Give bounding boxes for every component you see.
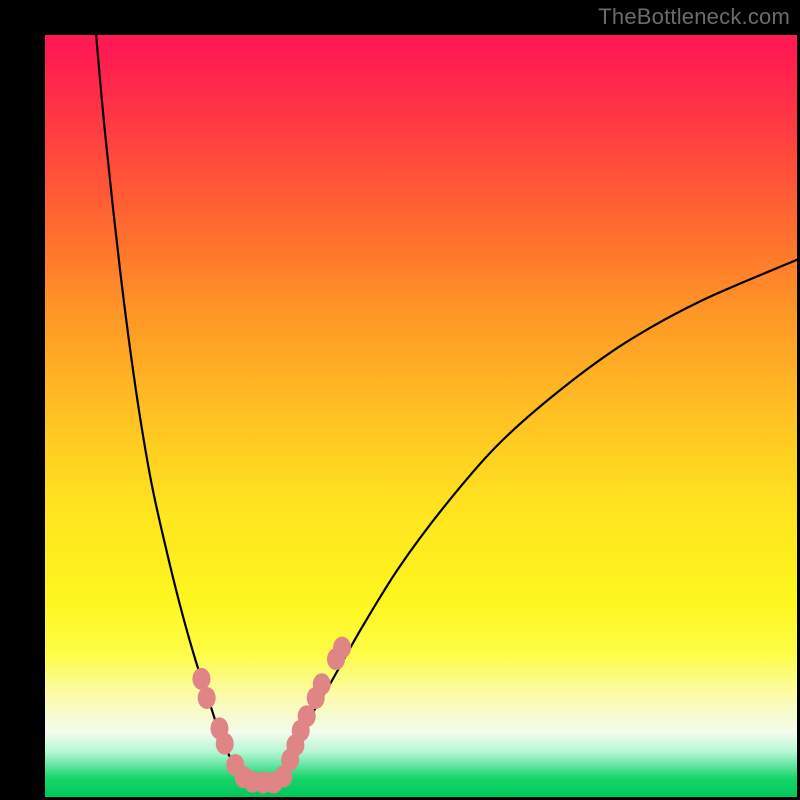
marker-bead (298, 705, 316, 727)
marker-bead (313, 673, 331, 695)
watermark-text: TheBottleneck.com (598, 4, 790, 30)
right-curve (278, 260, 797, 782)
chart-frame: TheBottleneck.com (0, 0, 800, 800)
plot-area (45, 35, 797, 797)
marker-group (192, 637, 351, 794)
marker-bead (333, 637, 351, 659)
marker-bead (198, 687, 216, 709)
marker-bead (216, 733, 234, 755)
left-curve (96, 35, 248, 782)
curves-svg (45, 35, 797, 797)
marker-bead (192, 668, 210, 690)
